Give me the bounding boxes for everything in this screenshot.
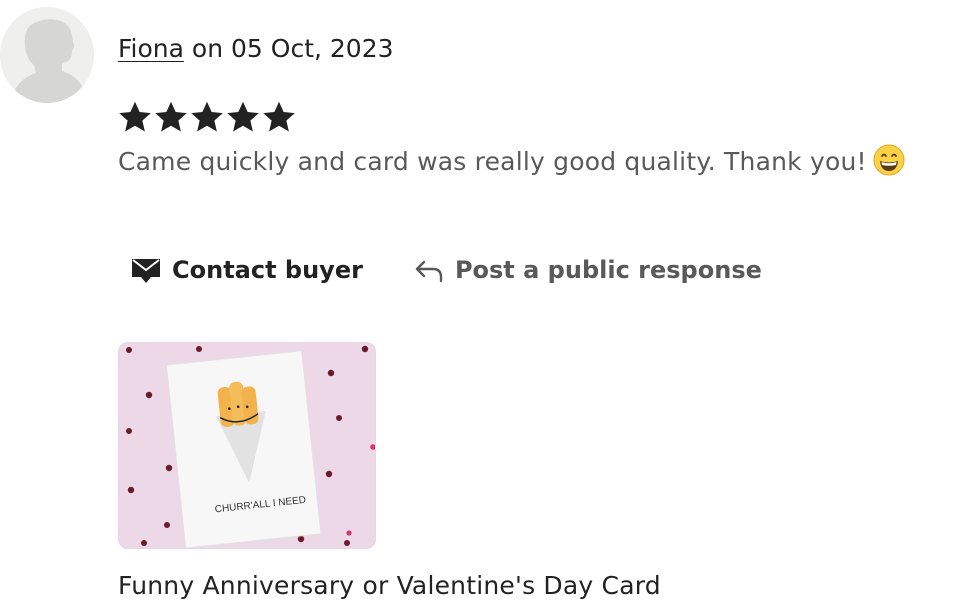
post-public-response-button[interactable]: Post a public response bbox=[413, 256, 762, 284]
review-body: Came quickly and card was really good qu… bbox=[118, 147, 867, 176]
post-public-response-label: Post a public response bbox=[454, 256, 762, 284]
star-icon bbox=[119, 101, 151, 132]
product-image: CHURR'ALL I NEED bbox=[119, 343, 375, 548]
product-thumbnail[interactable]: CHURR'ALL I NEED bbox=[118, 342, 376, 549]
review-date: on 05 Oct, 2023 bbox=[191, 34, 394, 63]
star-icon bbox=[191, 101, 223, 132]
review-actions: Contact buyer Post a public response bbox=[130, 250, 762, 290]
star-icon bbox=[227, 101, 259, 132]
grinning-face-icon bbox=[873, 144, 905, 186]
reply-arrow-icon bbox=[415, 260, 443, 283]
star-rating bbox=[117, 99, 297, 139]
user-silhouette-icon bbox=[0, 7, 94, 103]
reviewer-name-link[interactable]: Fiona bbox=[118, 34, 184, 63]
review-text: Came quickly and card was really good qu… bbox=[118, 144, 905, 186]
contact-buyer-button[interactable]: Contact buyer bbox=[130, 255, 363, 285]
avatar bbox=[0, 7, 94, 103]
star-icon bbox=[263, 101, 295, 132]
review-meta: Fiona on 05 Oct, 2023 bbox=[118, 31, 394, 67]
star-icon bbox=[155, 101, 187, 132]
contact-buyer-label: Contact buyer bbox=[172, 256, 363, 284]
product-title-link[interactable]: Funny Anniversary or Valentine's Day Car… bbox=[118, 568, 661, 604]
mail-icon bbox=[132, 259, 160, 283]
